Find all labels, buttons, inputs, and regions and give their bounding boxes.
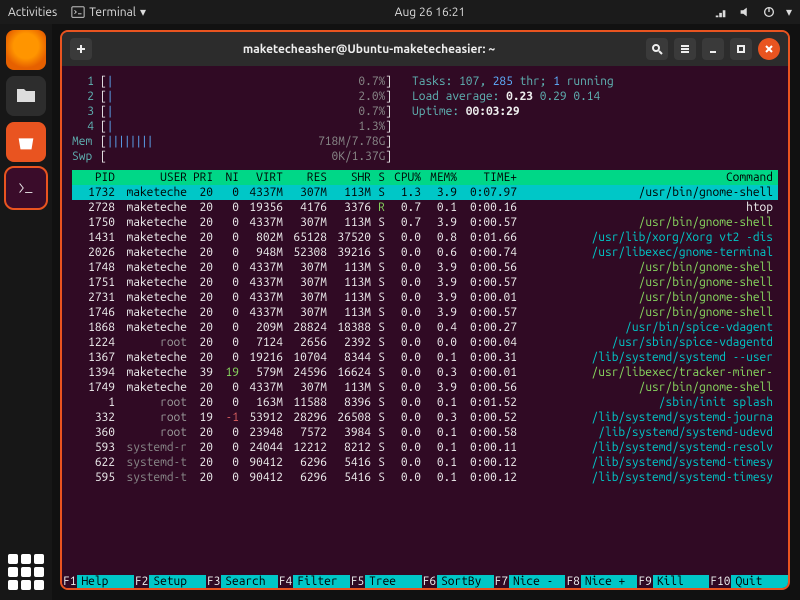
titlebar[interactable]: maketecheasher@Ubuntu-maketecheasier: ~ [62, 32, 788, 66]
launcher-files[interactable] [6, 76, 46, 116]
terminal-body[interactable]: 1[|0.7%]2[|2.0%]3[|0.7%]4[|1.3%]Mem[||||… [62, 66, 788, 493]
maximize-button[interactable] [730, 38, 752, 60]
launcher-terminal[interactable] [6, 168, 46, 208]
terminal-icon [71, 5, 85, 19]
window-title: maketecheasher@Ubuntu-maketecheasier: ~ [98, 43, 640, 56]
process-row[interactable]: 1749maketeche2004337M307M113MS0.03.90:00… [72, 380, 778, 395]
power-icon[interactable] [762, 5, 776, 19]
launcher-software[interactable] [6, 122, 46, 162]
process-row[interactable]: 1746maketeche2004337M307M113MS0.03.90:00… [72, 305, 778, 320]
process-row[interactable]: 1750maketeche2004337M307M113MS0.73.90:00… [72, 215, 778, 230]
current-app[interactable]: Terminal ▾ [71, 5, 146, 19]
process-row[interactable]: 2026maketeche200948M5230839216S0.00.60:0… [72, 245, 778, 260]
dock [0, 24, 52, 600]
volume-icon[interactable] [738, 5, 752, 19]
process-row[interactable]: 2728maketeche2001935641763376R0.70.10:00… [72, 200, 778, 215]
process-row[interactable]: 2731maketeche2004337M307M113MS0.03.90:00… [72, 290, 778, 305]
new-tab-button[interactable] [70, 38, 92, 60]
fkey-setup[interactable]: Setup [149, 575, 205, 588]
show-applications[interactable] [8, 554, 44, 590]
process-row[interactable]: 1748maketeche2004337M307M113MS0.03.90:00… [72, 260, 778, 275]
gnome-topbar: Activities Terminal ▾ Aug 26 16:21 ▾ [0, 0, 800, 24]
process-row[interactable]: 332root19-1539122829626508S0.00.30:00.52… [72, 410, 778, 425]
process-row[interactable]: 360root2002394875723984S0.00.10:00.58/li… [72, 425, 778, 440]
fkey-kill[interactable]: Kill [653, 575, 709, 588]
minimize-button[interactable] [702, 38, 724, 60]
fkey-sortby[interactable]: SortBy [437, 575, 493, 588]
process-row[interactable]: 1367maketeche20019216107048344S0.00.10:0… [72, 350, 778, 365]
menu-button[interactable] [674, 38, 696, 60]
process-row[interactable]: 1732maketeche2004337M307M113MS1.33.90:07… [72, 185, 778, 200]
function-keys: F1HelpF2SetupF3SearchF4FilterF5TreeF6Sor… [62, 575, 788, 588]
fkey-search[interactable]: Search [221, 575, 277, 588]
network-icon[interactable] [714, 5, 728, 19]
fkey-tree[interactable]: Tree [365, 575, 421, 588]
fkey-nice -[interactable]: Nice - [509, 575, 565, 588]
fkey-quit[interactable]: Quit [731, 575, 787, 588]
chevron-down-icon[interactable]: ▾ [786, 5, 792, 19]
column-headers[interactable]: PIDUSERPRINIVIRTRESSHRSCPU%MEM%TIME+Comm… [72, 170, 778, 185]
fkey-help[interactable]: Help [77, 575, 133, 588]
fkey-filter[interactable]: Filter [293, 575, 349, 588]
process-row[interactable]: 1868maketeche200209M2882418388S0.00.40:0… [72, 320, 778, 335]
process-row[interactable]: 1394maketeche3919579M2459616624S0.00.30:… [72, 365, 778, 380]
process-row[interactable]: 622systemd-t2009041262965416S0.00.10:00.… [72, 455, 778, 470]
terminal-window: maketecheasher@Ubuntu-maketecheasier: ~ … [60, 30, 790, 590]
process-row[interactable]: 593systemd-r20024044122128212S0.00.10:00… [72, 440, 778, 455]
process-row[interactable]: 1431maketeche200802M6512837520S0.00.80:0… [72, 230, 778, 245]
fkey-nice +[interactable]: Nice + [581, 575, 637, 588]
clock[interactable]: Aug 26 16:21 [146, 6, 714, 19]
close-button[interactable] [758, 38, 780, 60]
process-row[interactable]: 1root200163M115888396S0.00.10:01.52/sbin… [72, 395, 778, 410]
process-row[interactable]: 1751maketeche2004337M307M113MS0.03.90:00… [72, 275, 778, 290]
search-button[interactable] [646, 38, 668, 60]
launcher-firefox[interactable] [6, 30, 46, 70]
process-row[interactable]: 595systemd-t2009041262965416S0.00.10:00.… [72, 470, 778, 485]
activities-button[interactable]: Activities [8, 6, 57, 19]
process-row[interactable]: 1224root200712426562392S0.00.00:00.04/us… [72, 335, 778, 350]
